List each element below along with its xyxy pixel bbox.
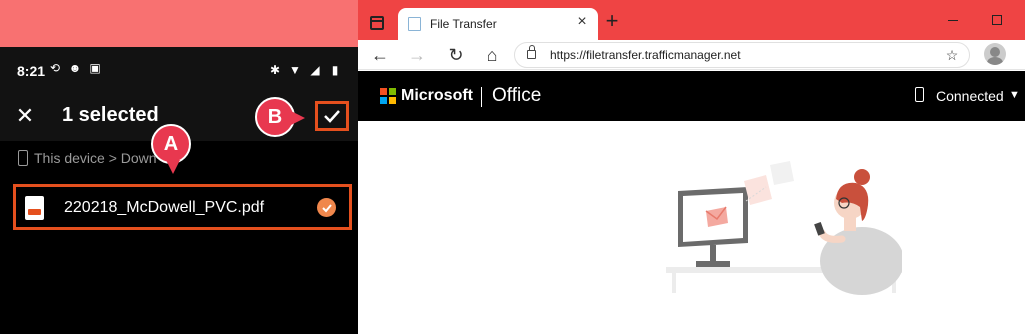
breadcrumb: This device > Down — [18, 150, 157, 166]
selected-check-icon — [317, 198, 336, 217]
forward-icon[interactable]: → — [405, 43, 429, 67]
status-time: 8:21 — [17, 63, 46, 79]
phone-icon — [18, 150, 28, 166]
tab-file-transfer[interactable]: File Transfer × — [398, 8, 598, 40]
brand-name: Microsoft — [401, 87, 473, 104]
refresh-icon[interactable]: ↻ — [444, 43, 468, 67]
chevron-down-icon[interactable]: ▼ — [1009, 89, 1020, 101]
bluetooth-icon: ✱ — [269, 63, 281, 77]
status-system-icons: ✱ ▼ ◢ ▮ — [268, 63, 342, 77]
file-list-item[interactable]: 220218_McDowell_PVC.pdf — [13, 184, 352, 230]
tab-title: File Transfer — [430, 17, 497, 31]
browser-window: File Transfer × + ← → ↻ ⌂ https://filetr… — [358, 0, 1025, 334]
file-name: 220218_McDowell_PVC.pdf — [64, 199, 265, 216]
close-icon[interactable]: ✕ — [14, 105, 36, 127]
file-transfer-illustration — [666, 161, 902, 295]
android-phone-panel: 8:21 ⟲ ☻ ▣ ✱ ▼ ◢ ▮ ✕ 1 selected This dev… — [0, 0, 358, 334]
minimize-icon[interactable] — [947, 12, 961, 26]
battery-icon: ▮ — [331, 63, 339, 77]
callout-marker-a: A — [151, 124, 191, 174]
product-name: Office — [492, 85, 542, 106]
face-icon: ☻ — [68, 61, 82, 75]
tab-close-icon[interactable]: × — [574, 14, 590, 30]
maximize-icon[interactable] — [992, 15, 1002, 25]
lock-icon[interactable] — [527, 45, 536, 59]
tab-strip: File Transfer × + — [358, 0, 1025, 40]
wifi-icon: ▼ — [289, 63, 301, 77]
status-notification-icons: ⟲ ☻ ▣ — [48, 61, 102, 75]
callout-marker-b: B — [255, 97, 305, 137]
phone-top-background — [0, 0, 358, 47]
sync-icon: ⟲ — [49, 61, 61, 75]
favicon-icon — [408, 17, 421, 31]
office-header: Microsoft Office Connected ▼ — [358, 71, 1025, 121]
signal-icon: ◢ — [310, 63, 320, 77]
cast-icon: ▣ — [89, 61, 101, 75]
connection-status[interactable]: Connected — [936, 88, 1004, 104]
pdf-file-icon — [25, 196, 44, 220]
breadcrumb-text: This device > Down — [34, 150, 157, 166]
tab-actions-icon[interactable] — [370, 16, 384, 30]
check-icon — [324, 110, 340, 123]
home-icon[interactable]: ⌂ — [480, 43, 504, 67]
favorites-icon[interactable]: ☆ — [943, 46, 961, 64]
profile-icon[interactable] — [984, 43, 1006, 65]
device-icon — [915, 87, 924, 102]
status-bar: 8:21 ⟲ ☻ ▣ ✱ ▼ ◢ ▮ — [0, 47, 358, 95]
back-icon[interactable]: ← — [368, 43, 392, 67]
navigation-bar: ← → ↻ ⌂ https://filetransfer.trafficmana… — [358, 40, 1025, 70]
confirm-selection-button[interactable] — [315, 101, 349, 131]
selection-count-title: 1 selected — [62, 104, 159, 126]
url-text[interactable]: https://filetransfer.trafficmanager.net — [550, 48, 741, 62]
header-divider — [481, 87, 482, 107]
page-content — [358, 121, 1025, 334]
address-bar[interactable]: https://filetransfer.trafficmanager.net … — [514, 42, 970, 68]
microsoft-logo-icon — [380, 88, 396, 104]
new-tab-icon[interactable]: + — [602, 10, 622, 32]
